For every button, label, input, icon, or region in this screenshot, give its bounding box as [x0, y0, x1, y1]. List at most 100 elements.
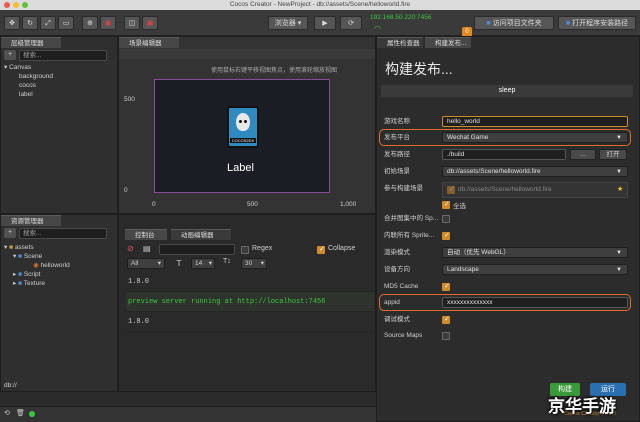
- assets-search-input[interactable]: 搜索...: [19, 228, 107, 239]
- orientation-select[interactable]: Landscape ▼: [442, 264, 628, 275]
- hierarchy-search-input[interactable]: 搜索...: [19, 50, 107, 61]
- scene-canvas[interactable]: COCOS2DX Label: [154, 79, 330, 193]
- build-path-input[interactable]: ./build: [442, 149, 566, 160]
- line-height-select[interactable]: 30 ▾: [241, 258, 267, 269]
- trash-icon[interactable]: 🗑: [16, 409, 25, 417]
- watermark: 京华手游: [548, 397, 616, 416]
- debug-mode-label: 调试模式: [384, 316, 410, 323]
- console-line: preview server running at http://localho…: [126, 292, 374, 312]
- platform-select[interactable]: Wechat Game ▼: [442, 132, 628, 143]
- preview-ip: 192.168.50.220:7456: [370, 14, 432, 21]
- game-name-label: 游戏名称: [384, 118, 410, 125]
- merge-atlas-checkbox[interactable]: [442, 215, 450, 223]
- hierarchy-panel: 层级管理器 + 搜索... ▾ Canvas background cocos …: [0, 36, 118, 214]
- tab-build[interactable]: 构建发布...: [425, 37, 471, 48]
- local-pivot-button[interactable]: ⊕: [82, 16, 98, 30]
- star-icon[interactable]: ★: [617, 185, 623, 193]
- tab-animation[interactable]: 动画编辑器: [171, 229, 231, 240]
- console-filter-input[interactable]: [159, 244, 235, 255]
- close-window-icon[interactable]: [4, 2, 10, 8]
- tree-node-canvas[interactable]: ▾ Canvas: [4, 63, 31, 72]
- folder-icon: ■: [486, 20, 491, 27]
- assets-panel: 资源管理器 + 搜索... ▾ ■ assets ▾ ■ Scene ◉ hel…: [0, 214, 118, 392]
- tab-hierarchy[interactable]: 层级管理器: [1, 37, 61, 48]
- browser-select[interactable]: 浏览器 ▾: [268, 16, 308, 30]
- window-title: Cocos Creator - NewProject - db://assets…: [229, 1, 411, 8]
- open-log-icon[interactable]: ▤: [143, 244, 151, 253]
- scene-panel: 场景编辑器 使用鼠标右键平移视图焦点，使用滚轮缩放视图 500 0 0 500 …: [118, 36, 376, 214]
- maximize-window-icon[interactable]: [22, 2, 28, 8]
- scene-toolbar: [119, 49, 375, 59]
- asset-folder-scene[interactable]: ▾ ■ Scene: [13, 252, 42, 261]
- select-all-checkbox[interactable]: [442, 200, 450, 209]
- inline-sprite-label: 内联所有 Sprite...: [384, 232, 435, 239]
- status-dot-icon: [29, 411, 35, 417]
- start-scene-select[interactable]: db://assets/Scene/helloworld.fire ▼: [442, 166, 628, 177]
- source-maps-checkbox[interactable]: [442, 332, 450, 340]
- appid-input[interactable]: xxxxxxxxxxxxxx: [442, 297, 628, 308]
- chevron-down-icon: ▼: [616, 169, 622, 175]
- tree-node-background[interactable]: background: [19, 72, 53, 81]
- start-scene-label: 初始场景: [384, 168, 410, 175]
- move-tool-button[interactable]: ✥: [4, 16, 20, 30]
- pivot-mode-button[interactable]: ▣: [100, 16, 116, 30]
- console-line: 1.8.0: [126, 312, 374, 332]
- refresh-button[interactable]: ⟳: [340, 16, 362, 30]
- scene-checkbox[interactable]: [447, 185, 455, 194]
- regex-checkbox[interactable]: [241, 246, 249, 254]
- tree-node-label[interactable]: label: [19, 90, 33, 99]
- play-button[interactable]: ▶: [314, 16, 336, 30]
- build-heading: 构建发布...: [385, 61, 453, 77]
- debug-mode-checkbox[interactable]: [442, 315, 450, 324]
- browse-path-button[interactable]: ...: [570, 149, 596, 160]
- build-path-label: 发布路径: [384, 151, 410, 158]
- refresh-icon[interactable]: ⟲: [4, 409, 10, 417]
- game-name-input[interactable]: hello_world: [442, 116, 628, 127]
- md5-cache-checkbox[interactable]: [442, 282, 450, 291]
- inline-sprite-checkbox[interactable]: [442, 231, 450, 240]
- cocos-logo-image: COCOS2DX: [227, 106, 259, 148]
- tree-node-cocos[interactable]: cocos: [19, 81, 36, 90]
- rect-tool-button[interactable]: ▭: [58, 16, 74, 30]
- x-axis-label-500: 500: [247, 201, 258, 208]
- console-line: 1.8.0: [126, 272, 374, 292]
- asset-folder-script[interactable]: ▸ ■ Script: [13, 270, 40, 279]
- open-path-button[interactable]: 打开: [599, 149, 627, 160]
- asset-root[interactable]: ▾ ■ assets: [4, 243, 34, 252]
- open-install-path-label: 打开程序安装路径: [572, 20, 629, 27]
- font-size-icon: Ｔ: [175, 259, 183, 268]
- main-toolbar: ✥ ↻ ⤢ ▭ ⊕ ▣ ◫ ▣ 浏览器 ▾ ▶ ⟳ 192.168.50.220…: [0, 10, 640, 37]
- logo-text: COCOS2DX: [230, 138, 256, 143]
- font-size-select[interactable]: 14 ▾: [191, 258, 215, 269]
- source-maps-label: Source Maps: [384, 332, 423, 339]
- regex-label: Regex: [252, 245, 273, 252]
- asset-scene-helloworld[interactable]: ◉ helloworld: [33, 261, 70, 270]
- rotate-tool-button[interactable]: ↻: [22, 16, 38, 30]
- log-level-select[interactable]: All ▾: [127, 258, 165, 269]
- collapse-label: Collapse: [328, 245, 356, 252]
- clear-console-icon[interactable]: ⊘: [127, 244, 134, 253]
- label-node-text[interactable]: Label: [227, 162, 254, 174]
- scale-tool-button[interactable]: ⤢: [40, 16, 56, 30]
- build-scenes-label: 参与构建场景: [384, 185, 423, 192]
- asset-folder-texture[interactable]: ▸ ■ Texture: [13, 279, 45, 288]
- build-panel: 属性检查器 构建发布... 构建发布... sleep: [376, 36, 640, 422]
- add-asset-button[interactable]: +: [4, 228, 16, 238]
- orientation-label: 设备方向: [384, 266, 410, 273]
- collapse-checkbox[interactable]: [317, 245, 325, 254]
- line-height-icon: T↕: [223, 258, 231, 265]
- minimize-window-icon[interactable]: [13, 2, 19, 8]
- global-mode-button[interactable]: ◫: [124, 16, 140, 30]
- tab-scene[interactable]: 场景编辑器: [119, 37, 179, 48]
- tab-console[interactable]: 控制台: [125, 229, 167, 240]
- platform-label: 发布平台: [384, 134, 410, 141]
- center-mode-button[interactable]: ▣: [142, 16, 158, 30]
- x-axis-label-0: 0: [152, 201, 156, 208]
- tab-inspector[interactable]: 属性检查器: [377, 37, 423, 48]
- tab-assets[interactable]: 资源管理器: [1, 215, 61, 226]
- open-install-path-button[interactable]: ■ 打开程序安装路径: [558, 16, 636, 30]
- merge-atlas-label: 合并图集中的 Sp...: [384, 215, 439, 222]
- visit-project-folder-button[interactable]: ■ 访问项目文件夹: [474, 16, 554, 30]
- render-mode-select[interactable]: 自动（优先 WebGL） ▼: [442, 247, 628, 258]
- add-node-button[interactable]: +: [4, 50, 16, 60]
